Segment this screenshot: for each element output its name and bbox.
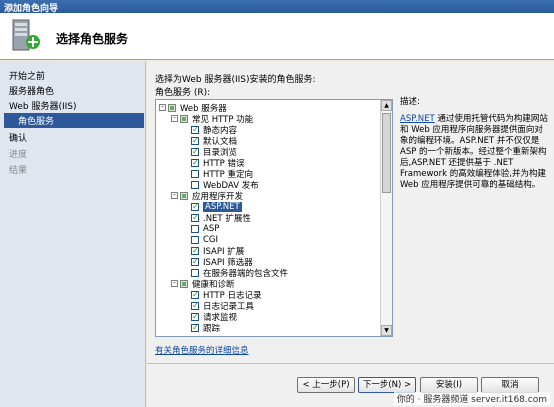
role-service-checkbox[interactable] xyxy=(191,268,199,277)
tree-row[interactable]: - Web 服务器 xyxy=(159,102,227,114)
role-service-checkbox[interactable]: ✓ xyxy=(191,147,199,156)
nav-item-before-begin[interactable]: 开始之前 xyxy=(9,69,45,82)
description-text: 通过使用托管代码为构建网站和 Web 应用程序向服务器提供面向对象的编程环境。A… xyxy=(400,114,548,190)
scroll-down-icon[interactable]: ▼ xyxy=(381,325,392,336)
nav-item-progress: 进度 xyxy=(9,150,28,160)
nav-item-confirm[interactable]: 确认 xyxy=(9,131,27,144)
tree-row[interactable]: - 常见 HTTP 功能 xyxy=(171,113,253,125)
role-service-checkbox[interactable]: ✓ xyxy=(191,246,199,255)
window-titlebar: 添加角色向导 xyxy=(0,0,554,14)
role-service-checkbox[interactable]: ✓ xyxy=(191,158,199,167)
nav-item-role-services[interactable]: 角色服务 xyxy=(4,113,144,128)
role-service-label: ASP.NET xyxy=(203,201,242,212)
role-service-checkbox[interactable]: ✓ xyxy=(191,301,199,310)
cancel-button[interactable]: 取消 xyxy=(481,377,539,393)
role-service-label: ASP xyxy=(203,223,220,234)
tree-row[interactable]: ✓ 日志记录工具 xyxy=(191,300,254,312)
wizard-header: 选择角色服务 xyxy=(0,13,554,60)
watermark: 你的 · 服务器频道 server.it168.com xyxy=(393,392,550,405)
tree-row[interactable]: 在服务器端的包含文件 xyxy=(191,267,288,279)
role-service-label: .NET 扩展性 xyxy=(203,213,251,224)
nav-item-web-server[interactable]: Web 服务器(IIS) xyxy=(9,99,77,112)
role-service-checkbox[interactable]: ✓ xyxy=(191,136,199,145)
role-service-checkbox[interactable] xyxy=(168,103,176,112)
tree-row[interactable]: - 健康和诊断 xyxy=(171,278,235,290)
scroll-up-icon[interactable]: ▲ xyxy=(381,100,392,111)
role-service-checkbox[interactable]: ✓ xyxy=(191,323,199,332)
next-button[interactable]: 下一步(N) > xyxy=(358,377,416,393)
role-service-checkbox[interactable]: ✓ xyxy=(191,125,199,134)
tree-row[interactable]: ASP xyxy=(191,223,219,234)
scroll-thumb[interactable] xyxy=(382,113,391,193)
tree-row[interactable]: ✓ HTTP 日志记录 xyxy=(191,289,261,301)
tree-row[interactable]: - 应用程序开发 xyxy=(171,190,244,202)
tree-row[interactable]: ✓ ISAPI 扩展 xyxy=(191,245,244,257)
tree-row[interactable]: ✓ 请求监视 xyxy=(191,311,237,323)
tree-row[interactable]: ✓ 目录浏览 xyxy=(191,146,237,158)
role-service-checkbox[interactable]: ✓ xyxy=(191,312,199,321)
nav-item-results: 结果 xyxy=(9,166,28,176)
tree-row[interactable]: ✓ ISAPI 筛选器 xyxy=(191,256,253,268)
tree-row[interactable]: ✓ .NET 扩展性 xyxy=(191,212,251,224)
role-services-label: 角色服务 (R): xyxy=(155,88,211,98)
collapse-icon[interactable]: - xyxy=(171,115,178,122)
role-service-checkbox[interactable] xyxy=(180,191,188,200)
role-service-label: 应用程序开发 xyxy=(192,191,244,202)
tree-row[interactable]: ✓ HTTP 错误 xyxy=(191,157,244,169)
tree-row[interactable]: ✓ 静态内容 xyxy=(191,124,237,136)
role-service-checkbox[interactable] xyxy=(191,180,199,189)
button-separator xyxy=(147,363,554,364)
role-service-checkbox[interactable] xyxy=(191,235,199,244)
instruction-text: 选择为Web 服务器(IIS)安装的角色服务: xyxy=(155,75,316,85)
role-service-checkbox[interactable] xyxy=(180,279,188,288)
wizard-nav: 开始之前 服务器角色 Web 服务器(IIS) 角色服务 确认 进度 结果 xyxy=(0,61,146,407)
collapse-icon[interactable]: - xyxy=(159,104,166,111)
role-service-checkbox[interactable] xyxy=(191,169,199,178)
install-button[interactable]: 安装(I) xyxy=(420,377,478,393)
role-service-checkbox[interactable]: ✓ xyxy=(191,202,199,211)
page-title: 选择角色服务 xyxy=(56,32,129,46)
tree-row[interactable]: CGI xyxy=(191,234,218,245)
role-services-tree[interactable]: ▲ ▼ - Web 服务器 - 常见 HTTP 功能 ✓ 静态内容 ✓ 默认文档 ✓ 目录浏览 ✓ H… xyxy=(155,99,393,337)
description-panel: 描述: ASP.NET 通过使用托管代码为构建网站和 Web 应用程序向服务器提… xyxy=(400,97,550,191)
tree-row[interactable]: HTTP 重定向 xyxy=(191,168,253,180)
nav-item-server-roles[interactable]: 服务器角色 xyxy=(9,84,54,97)
role-service-checkbox[interactable]: ✓ xyxy=(191,257,199,266)
role-service-checkbox[interactable] xyxy=(180,114,188,123)
prev-button[interactable]: < 上一步(P) xyxy=(297,377,355,393)
tree-row[interactable]: ✓ 默认文档 xyxy=(191,135,237,147)
collapse-icon[interactable]: - xyxy=(171,192,178,199)
role-service-label: 跟踪 xyxy=(203,323,221,334)
collapse-icon[interactable]: - xyxy=(171,280,178,287)
role-service-checkbox[interactable] xyxy=(191,224,199,233)
tree-row[interactable]: ✓ ASP.NET xyxy=(191,201,242,212)
tree-row[interactable]: ✓ 跟踪 xyxy=(191,322,221,334)
tree-row[interactable]: WebDAV 发布 xyxy=(191,179,259,191)
wizard-main: 选择为Web 服务器(IIS)安装的角色服务: 角色服务 (R): ▲ ▼ -W… xyxy=(147,61,554,407)
server-add-icon xyxy=(12,19,40,51)
tree-scrollbar[interactable]: ▲ ▼ xyxy=(380,100,392,336)
description-label: 描述: xyxy=(400,97,420,107)
role-service-label: CGI xyxy=(203,234,219,245)
role-service-checkbox[interactable]: ✓ xyxy=(191,290,199,299)
role-service-checkbox[interactable]: ✓ xyxy=(191,213,199,222)
more-info-link[interactable]: 有关角色服务的详细信息 xyxy=(155,344,249,356)
description-link[interactable]: ASP.NET xyxy=(400,114,435,124)
